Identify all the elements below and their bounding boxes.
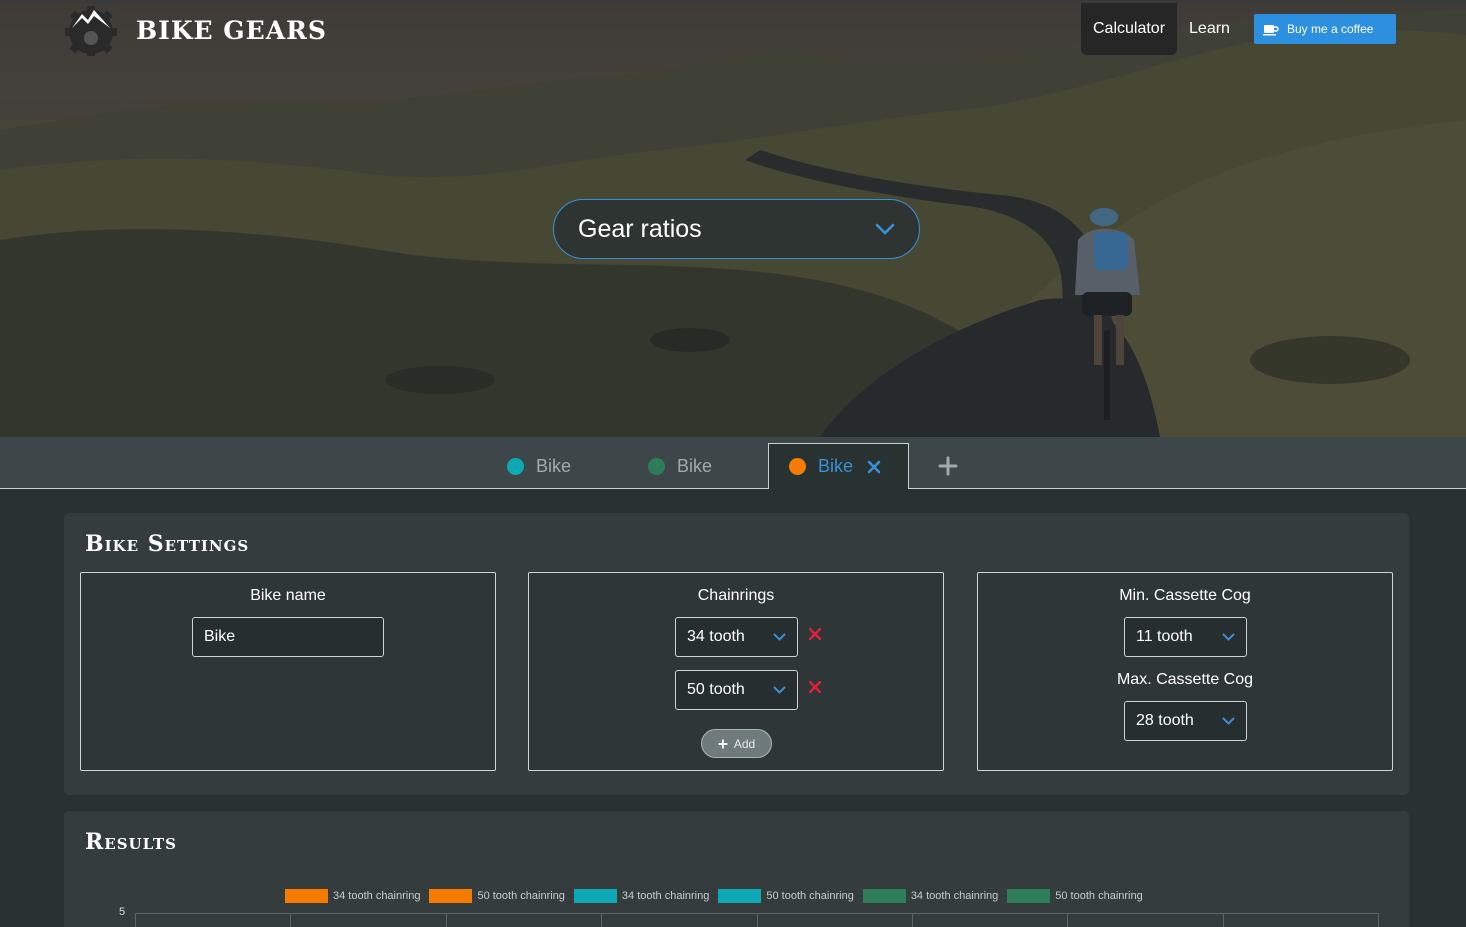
- legend-item[interactable]: 34 tooth chainring: [285, 889, 420, 903]
- chart-gridline: [757, 913, 758, 927]
- legend-item[interactable]: 50 tooth chainring: [429, 889, 565, 903]
- cassette-card: Min. Cassette Cog 11 tooth Max. Cassette…: [977, 572, 1393, 771]
- brand[interactable]: Bike Gears: [62, 4, 327, 56]
- chart-gridline: [290, 913, 291, 927]
- legend-label: 34 tooth chainring: [621, 890, 710, 902]
- legend-item[interactable]: 34 tooth chainring: [862, 889, 999, 903]
- hero-banner: Bike Gears Calculator Learn Buy me a cof…: [0, 0, 1466, 437]
- chevron-down-icon: [773, 633, 786, 641]
- chevron-down-icon: [773, 686, 786, 694]
- delete-chainring-1-icon[interactable]: [809, 628, 821, 640]
- add-chainring-label: Add: [733, 736, 756, 751]
- tab-color-dot: [789, 458, 806, 475]
- buy-me-a-coffee-label: Buy me a coffee: [1286, 22, 1374, 36]
- add-chainring-button[interactable]: Add: [701, 729, 772, 758]
- brand-name: Bike Gears: [136, 15, 327, 45]
- bike-tabs: Bike Bike Bike: [0, 437, 1466, 489]
- top-nav: Calculator Learn Buy me a coffee: [1081, 3, 1396, 55]
- bike-settings-title: Bike Settings: [85, 531, 250, 557]
- min-cassette-label: Min. Cassette Cog: [1119, 587, 1251, 604]
- chart-gridline: [1067, 913, 1068, 927]
- nav-learn[interactable]: Learn: [1177, 3, 1242, 55]
- legend-item[interactable]: 34 tooth chainring: [573, 889, 710, 903]
- legend-label: 34 tooth chainring: [333, 890, 421, 902]
- legend-swatch: [862, 889, 906, 903]
- bike-name-input[interactable]: [192, 617, 384, 657]
- gear-mountain-logo-icon: [65, 6, 117, 56]
- tab-bike-3[interactable]: Bike: [768, 443, 909, 489]
- bike-name-label: Bike name: [250, 587, 326, 604]
- calculator-type-select[interactable]: Gear ratios: [553, 199, 920, 259]
- y-axis-tick: 5: [119, 906, 126, 918]
- legend-label: 50 tooth chainring: [477, 890, 565, 902]
- coffee-cup-icon: [1262, 24, 1279, 35]
- tab-bike-1[interactable]: Bike: [507, 443, 571, 489]
- chevron-down-icon: [1222, 633, 1235, 641]
- bike-settings-panel: Bike Settings Bike name Chainrings 34 to…: [64, 513, 1409, 795]
- nav-calculator[interactable]: Calculator: [1081, 3, 1178, 55]
- legend-swatch: [429, 889, 473, 903]
- chart-gridline: [601, 913, 602, 927]
- results-panel: Results 34 tooth chainring 50 tooth chai…: [64, 811, 1409, 927]
- chart-gridline: [912, 913, 913, 927]
- legend-item[interactable]: 50 tooth chainring: [1007, 889, 1143, 903]
- chart-legend: 34 tooth chainring 50 tooth chainring 34…: [285, 889, 1152, 903]
- chainring-select-2[interactable]: 50 tooth: [675, 670, 798, 710]
- legend-label: 34 tooth chainring: [910, 890, 999, 902]
- chainrings-card: Chainrings 34 tooth 50 tooth Add: [528, 572, 944, 771]
- tab-color-dot: [648, 457, 665, 475]
- min-cassette-select[interactable]: 11 tooth: [1124, 617, 1247, 657]
- add-bike-tab-icon[interactable]: [938, 456, 958, 476]
- chainrings-label: Chainrings: [697, 587, 775, 604]
- legend-swatch: [285, 889, 328, 903]
- chainring-select-1[interactable]: 34 tooth: [675, 617, 798, 657]
- legend-swatch: [1007, 889, 1051, 903]
- bike-name-card: Bike name: [80, 572, 496, 771]
- tab-label: Bike: [818, 456, 854, 476]
- chart-gridline: [135, 913, 136, 927]
- legend-label: 50 tooth chainring: [1055, 890, 1143, 902]
- tab-label: Bike: [677, 455, 713, 476]
- chainring-value-2: 50 tooth: [687, 681, 745, 698]
- legend-swatch: [573, 889, 617, 903]
- buy-me-a-coffee-button[interactable]: Buy me a coffee: [1253, 14, 1396, 44]
- calculator-type-value: Gear ratios: [578, 214, 702, 243]
- legend-item[interactable]: 50 tooth chainring: [718, 889, 854, 903]
- chainring-value-1: 34 tooth: [687, 628, 745, 645]
- legend-swatch: [718, 889, 762, 903]
- chevron-down-icon: [1222, 717, 1235, 725]
- legend-label: 50 tooth chainring: [766, 890, 854, 902]
- min-cassette-value: 11 tooth: [1136, 628, 1193, 645]
- chart-gridline: [446, 913, 447, 927]
- tab-bike-2[interactable]: Bike: [648, 443, 712, 489]
- chevron-down-icon: [875, 223, 895, 235]
- plus-icon: [718, 739, 728, 748]
- close-tab-icon[interactable]: [867, 460, 881, 474]
- tab-label: Bike: [536, 455, 572, 476]
- max-cassette-value: 28 tooth: [1136, 712, 1194, 729]
- max-cassette-label: Max. Cassette Cog: [1116, 671, 1254, 688]
- max-cassette-select[interactable]: 28 tooth: [1124, 701, 1247, 741]
- results-title: Results: [85, 829, 177, 855]
- chart-gridline: [1378, 913, 1379, 927]
- chart-gridline: [1223, 913, 1224, 927]
- delete-chainring-2-icon[interactable]: [809, 681, 821, 693]
- tab-color-dot: [507, 457, 524, 475]
